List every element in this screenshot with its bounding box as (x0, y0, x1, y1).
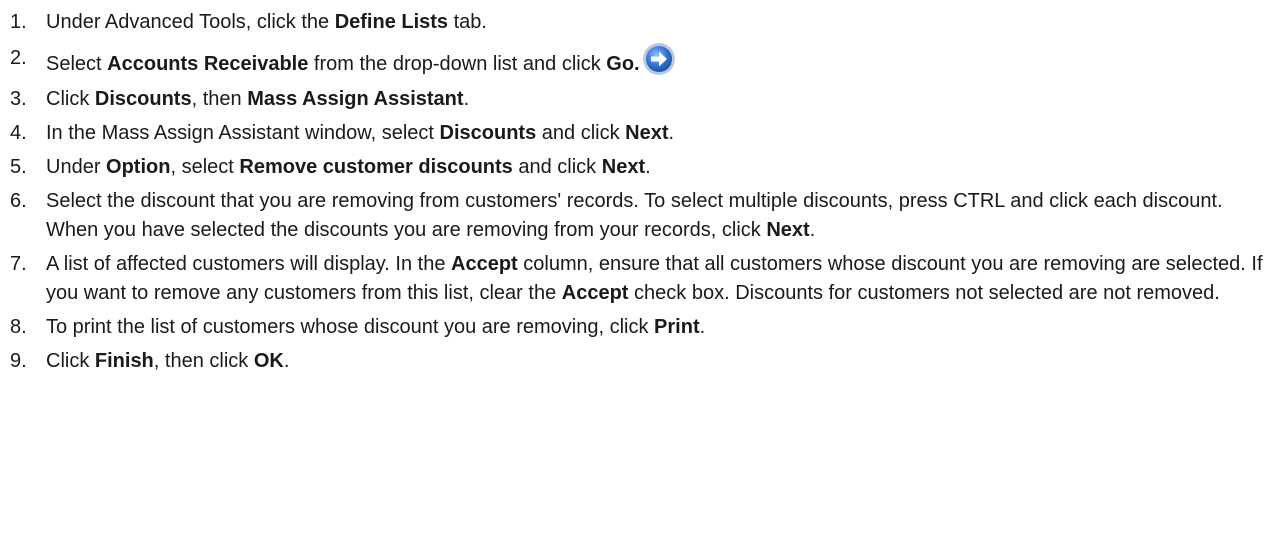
step-text: Click (46, 350, 95, 372)
step-text: Select (46, 53, 108, 75)
step-bold-text: Remove customer discounts (239, 156, 513, 178)
step-text: and click (512, 156, 602, 178)
step-bold-text: Go. (606, 53, 640, 75)
step-number: 6. (10, 190, 27, 212)
step-text: In the Mass Assign Assistant window, sel… (46, 122, 440, 144)
step-bold-text: Mass Assign Assistant (247, 88, 464, 110)
step-2: 2. Select Accounts Receivable from the dr… (0, 42, 1284, 80)
step-number: 4. (10, 122, 27, 144)
step-text: Click (46, 88, 95, 110)
step-number: 7. (10, 253, 27, 275)
step-number: 5. (10, 156, 27, 178)
step-bold-text: Discounts (94, 88, 192, 110)
step-number: 3. (10, 88, 27, 110)
step-bold-text: Next (766, 219, 810, 241)
step-text: A list of affected customers will displa… (46, 253, 451, 275)
step-9: 9. Click Finish, then click OK. (0, 347, 1284, 376)
step-text: Select the discount that you are removin… (46, 190, 1223, 241)
step-text: Under Advanced Tools, click the (46, 11, 335, 33)
step-text: Under (46, 156, 107, 178)
step-5: 5. Under Option, select Remove customer d… (0, 153, 1284, 182)
instruction-steps-list: 1. Under Advanced Tools, click the Define… (0, 8, 1284, 381)
step-text: and click (536, 122, 626, 144)
step-number: 2. (10, 47, 27, 69)
step-text: , then click (153, 350, 254, 372)
go-arrow-icon[interactable] (642, 42, 676, 76)
step-text: . (283, 350, 290, 372)
step-text: . (645, 156, 651, 178)
step-text: . (699, 316, 706, 338)
step-6: 6. Select the discount that you are remov… (0, 187, 1284, 245)
step-4: 4. In the Mass Assign Assistant window, s… (0, 119, 1284, 148)
step-text: from the drop-down list and click (308, 53, 607, 75)
step-number: 8. (10, 316, 27, 338)
step-bold-text: Next (601, 156, 646, 178)
step-bold-text: Define Lists (334, 11, 449, 33)
step-bold-text: Print (654, 316, 700, 338)
step-3: 3. Click Discounts, then Mass Assign Assi… (0, 85, 1284, 114)
step-text: , select (170, 156, 240, 178)
step-bold-text: Accept (561, 282, 629, 304)
step-bold-text: Discounts (439, 122, 537, 144)
step-number: 1. (10, 11, 27, 33)
step-bold-text: Finish (94, 350, 154, 372)
step-7: 7. A list of affected customers will disp… (0, 250, 1284, 308)
step-bold-text: OK (253, 350, 284, 372)
step-text: , then (191, 88, 248, 110)
step-text: tab. (448, 11, 487, 33)
step-number: 9. (10, 350, 27, 372)
step-text: . (668, 122, 675, 144)
step-1: 1. Under Advanced Tools, click the Define… (0, 8, 1284, 37)
step-text: . (463, 88, 470, 110)
step-bold-text: Accept (451, 253, 518, 275)
step-bold-text: Accounts Receivable (107, 53, 309, 75)
step-8: 8. To print the list of customers whose d… (0, 313, 1284, 342)
step-text: . (809, 219, 816, 241)
step-bold-text: Option (106, 156, 171, 178)
step-text: check box. Discounts for customers not s… (628, 282, 1220, 304)
step-text: To print the list of customers whose dis… (46, 316, 655, 338)
step-bold-text: Next (625, 122, 669, 144)
